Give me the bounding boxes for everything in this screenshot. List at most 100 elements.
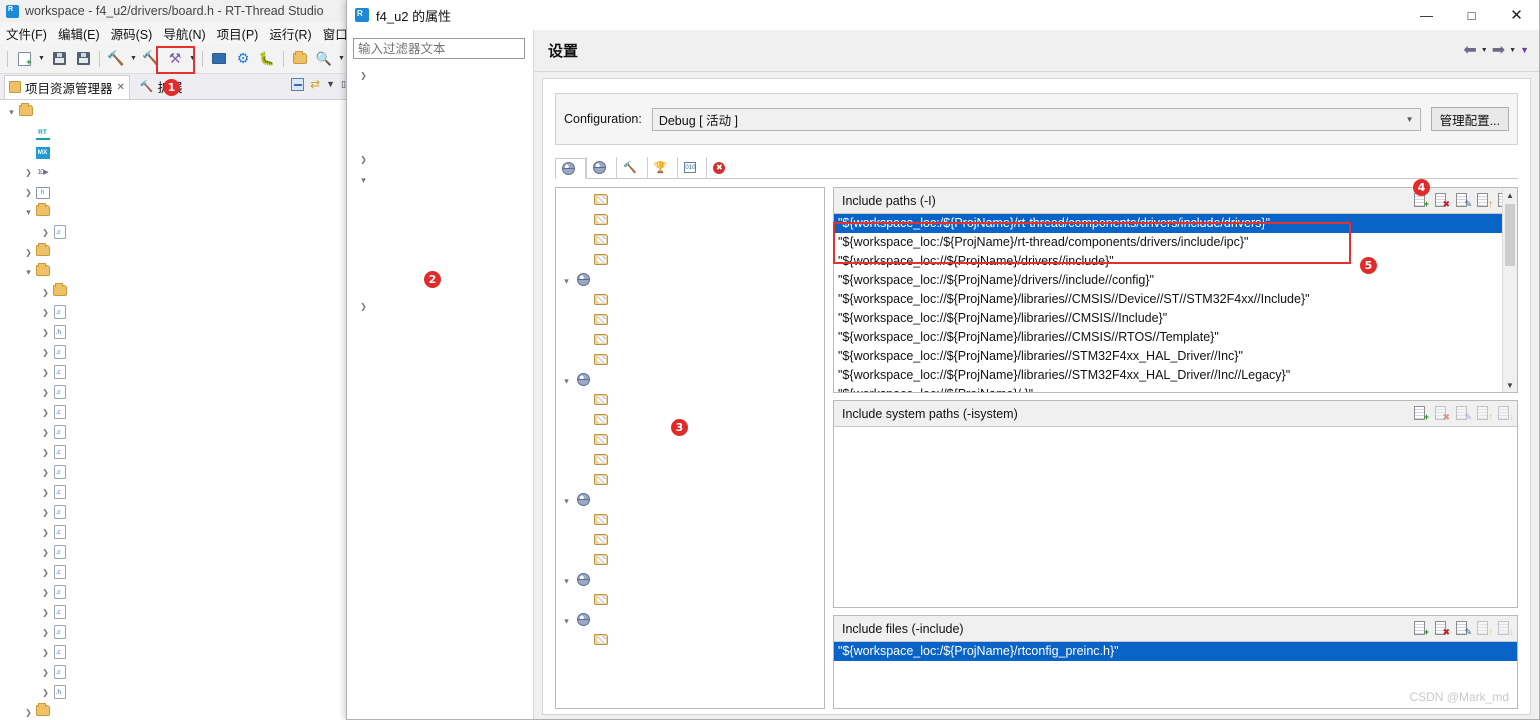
tab-plugins[interactable]: 🔨 扩展 <box>136 75 187 98</box>
collapse-arrow-icon[interactable] <box>40 628 51 637</box>
include-system-paths-toolbar[interactable]: + ✖ ✎ ↑ ↓ <box>1412 405 1513 422</box>
project-tree-item[interactable]: RT <box>0 122 346 142</box>
include-paths-items[interactable]: "${workspace_loc:/${ProjName}/rt-thread/… <box>834 214 1517 392</box>
include-paths-toolbar[interactable]: + ✖ ✎ ↑ ↓ <box>1412 192 1513 209</box>
list-item[interactable]: "${workspace_loc://${ProjName}/libraries… <box>834 290 1517 309</box>
project-tree-item[interactable]: .c <box>0 422 346 442</box>
project-tree-item[interactable]: 10▶ <box>0 162 346 182</box>
view-tool-buttons[interactable]: ⇄ ▼ ▯ <box>291 77 346 91</box>
collapse-arrow-icon[interactable] <box>40 688 51 697</box>
chevron-down-icon[interactable]: ▼ <box>1406 115 1414 124</box>
add-icon[interactable]: + <box>1412 405 1429 422</box>
open-folder-icon[interactable] <box>289 48 311 70</box>
project-explorer-tree[interactable]: RTMX10▶h.c.c.h.c.c.c.c.c.c.c.c.c.c.c.c.c… <box>0 100 346 720</box>
project-tree-item[interactable]: .c <box>0 602 346 622</box>
tool-option-item[interactable] <box>556 631 824 651</box>
ide-menu-bar[interactable]: 文件(F) 编辑(E) 源码(S) 导航(N) 项目(P) 运行(R) 窗口 <box>0 22 350 44</box>
back-arrow-icon[interactable]: ⬅ <box>1463 40 1476 60</box>
list-item[interactable]: "${workspace_loc:/${ProjName}/rt-thread/… <box>834 214 1517 233</box>
new-file-icon[interactable]: + <box>13 48 35 70</box>
pane-nav-arrows[interactable]: ⬅ ▼ ➡ ▼ ▼ <box>1463 40 1529 60</box>
menu-navigate[interactable]: 导航(N) <box>163 24 205 43</box>
dialog-nav-item[interactable] <box>353 149 527 170</box>
project-tree-item[interactable]: .c <box>0 582 346 602</box>
list-item[interactable]: "${workspace_loc://${ProjName}/drivers//… <box>834 271 1517 290</box>
project-tree-item[interactable]: h <box>0 182 346 202</box>
tool-option-item[interactable] <box>556 451 824 471</box>
project-tree-item[interactable]: .c <box>0 642 346 662</box>
dialog-nav-item[interactable] <box>353 128 527 149</box>
list-item[interactable]: "${workspace_loc://${ProjName}/libraries… <box>834 347 1517 366</box>
collapse-arrow-icon[interactable] <box>40 408 51 417</box>
project-tree-item[interactable]: .c <box>0 442 346 462</box>
settings-gear-icon[interactable]: ⚙ <box>232 48 254 70</box>
configuration-select[interactable]: Debug [ 活动 ] ▼ <box>652 108 1421 131</box>
collapse-arrow-icon[interactable] <box>40 488 51 497</box>
tool-option-item[interactable] <box>556 591 824 611</box>
add-icon[interactable]: + <box>1412 620 1429 637</box>
project-tree-item[interactable]: .c <box>0 362 346 382</box>
settings-tab[interactable]: 010 <box>677 157 706 178</box>
collapse-arrow-icon[interactable] <box>40 568 51 577</box>
dialog-nav-item[interactable] <box>353 296 527 317</box>
project-tree-item[interactable]: .c <box>0 562 346 582</box>
collapse-arrow-icon[interactable] <box>40 608 51 617</box>
collapse-arrow-icon[interactable] <box>40 548 51 557</box>
view-menu-icon[interactable]: ▼ <box>326 79 335 89</box>
project-tree-item[interactable]: .c <box>0 622 346 642</box>
menu-window[interactable]: 窗口 <box>323 24 348 43</box>
tool-option-item[interactable] <box>556 311 824 331</box>
include-files-toolbar[interactable]: + ✖ ✎ ↑ ↓ <box>1412 620 1513 637</box>
list-item[interactable]: "${workspace_loc://${ProjName}/libraries… <box>834 328 1517 347</box>
delete-icon[interactable]: ✖ <box>1433 192 1450 209</box>
project-tree-item[interactable]: .c <box>0 502 346 522</box>
project-tree-item[interactable]: .c <box>0 402 346 422</box>
forward-dropdown-caret[interactable]: ▼ <box>1509 47 1516 54</box>
project-tree-item[interactable]: .c <box>0 222 346 242</box>
tool-option-item[interactable] <box>556 291 824 311</box>
collapse-arrow-icon[interactable] <box>40 648 51 657</box>
list-item[interactable]: "${workspace_loc://${ProjName}/libraries… <box>834 366 1517 385</box>
tool-option-item[interactable] <box>556 531 824 551</box>
project-tree-item[interactable]: .c <box>0 662 346 682</box>
menu-project[interactable]: 项目(P) <box>217 24 259 43</box>
project-tree-item[interactable] <box>0 702 346 720</box>
menu-source[interactable]: 源码(S) <box>111 24 153 43</box>
dialog-nav-item[interactable] <box>353 65 527 86</box>
dialog-nav-tree[interactable] <box>353 65 527 317</box>
close-icon[interactable]: ✕ <box>117 82 125 93</box>
collapse-arrow-icon[interactable] <box>40 328 51 337</box>
collapse-arrow-icon[interactable] <box>23 708 34 717</box>
project-tree-item[interactable]: .c <box>0 462 346 482</box>
project-tree-item[interactable]: .c <box>0 542 346 562</box>
collapse-arrow-icon[interactable] <box>357 155 370 164</box>
add-icon[interactable]: + <box>1412 192 1429 209</box>
close-button[interactable]: ✕ <box>1494 0 1539 30</box>
list-item[interactable]: "${workspace_loc://${ProjName}/.}" <box>834 385 1517 392</box>
expand-arrow-icon[interactable] <box>559 496 574 507</box>
tool-option-item[interactable] <box>556 571 824 591</box>
expand-arrow-icon[interactable] <box>6 107 17 118</box>
collapse-arrow-icon[interactable] <box>40 228 51 237</box>
list-item[interactable]: "${workspace_loc://${ProjName}/libraries… <box>834 309 1517 328</box>
dialog-nav-item[interactable] <box>353 86 527 107</box>
expand-arrow-icon[interactable] <box>559 576 574 587</box>
project-tree-item[interactable]: .c <box>0 342 346 362</box>
scroll-down-icon[interactable]: ▼ <box>1503 378 1517 392</box>
tool-option-item[interactable] <box>556 491 824 511</box>
terminal-icon[interactable] <box>208 48 230 70</box>
list-item[interactable]: "${workspace_loc:/${ProjName}/rt-thread/… <box>834 233 1517 252</box>
tool-option-item[interactable] <box>556 471 824 491</box>
dialog-nav-item[interactable] <box>353 233 527 254</box>
settings-tab[interactable]: ✖ <box>706 157 735 178</box>
tool-option-item[interactable] <box>556 231 824 251</box>
project-tree-item[interactable]: .h <box>0 682 346 702</box>
back-dropdown-caret[interactable]: ▼ <box>1481 47 1488 54</box>
settings-tab-bar[interactable]: 🔨🏆010✖ <box>555 157 1518 179</box>
build-dropdown-caret[interactable]: ▼ <box>129 55 138 62</box>
expand-arrow-icon[interactable] <box>559 376 574 387</box>
project-tree-item[interactable] <box>0 242 346 262</box>
project-tree-item[interactable]: MX <box>0 142 346 162</box>
delete-icon[interactable]: ✖ <box>1433 620 1450 637</box>
collapse-arrow-icon[interactable] <box>40 428 51 437</box>
